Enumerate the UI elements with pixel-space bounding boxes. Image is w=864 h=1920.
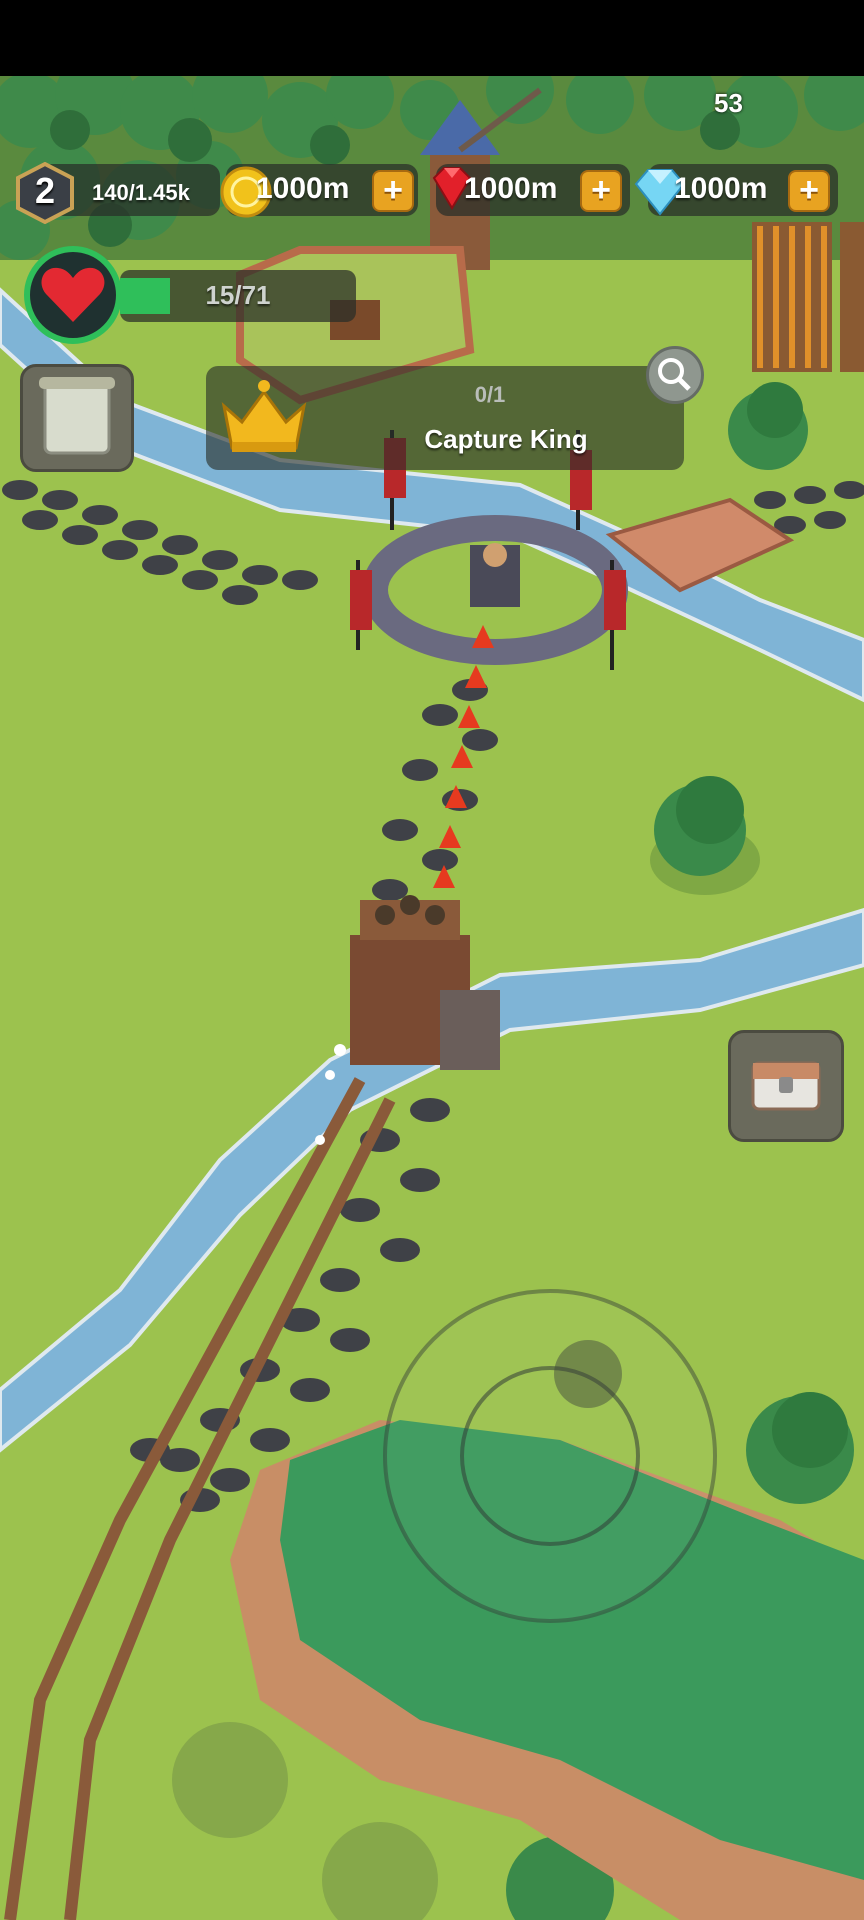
add-diamond-button[interactable]: +: [788, 170, 830, 212]
xp-text: 140/1.45k: [92, 180, 190, 205]
wheat-field: [752, 222, 864, 372]
player-level: 2: [34, 170, 56, 211]
add-ruby-button[interactable]: +: [580, 170, 622, 212]
heart-icon: [24, 246, 122, 344]
chest-button[interactable]: [728, 1030, 844, 1142]
treasure-chest-icon: [751, 1061, 821, 1111]
search-icon: [658, 358, 691, 391]
scroll-map-icon: [39, 377, 115, 455]
search-button[interactable]: [646, 346, 704, 404]
status-bar: [0, 0, 864, 76]
quest-title: Capture King: [424, 424, 588, 454]
diamond-amount: 1000m: [674, 172, 768, 205]
health-text: 15/71: [205, 280, 271, 310]
ruby-amount: 1000m: [464, 172, 558, 205]
joystick-knob: [554, 1340, 622, 1408]
map-button[interactable]: [20, 364, 134, 472]
virtual-joystick[interactable]: [380, 1286, 720, 1626]
add-gold-button[interactable]: +: [372, 170, 414, 212]
fps-counter: 53: [714, 88, 743, 118]
quest-progress: 0/1: [474, 382, 506, 407]
gold-amount: 1000m: [256, 172, 350, 205]
crown-icon: [221, 380, 307, 452]
